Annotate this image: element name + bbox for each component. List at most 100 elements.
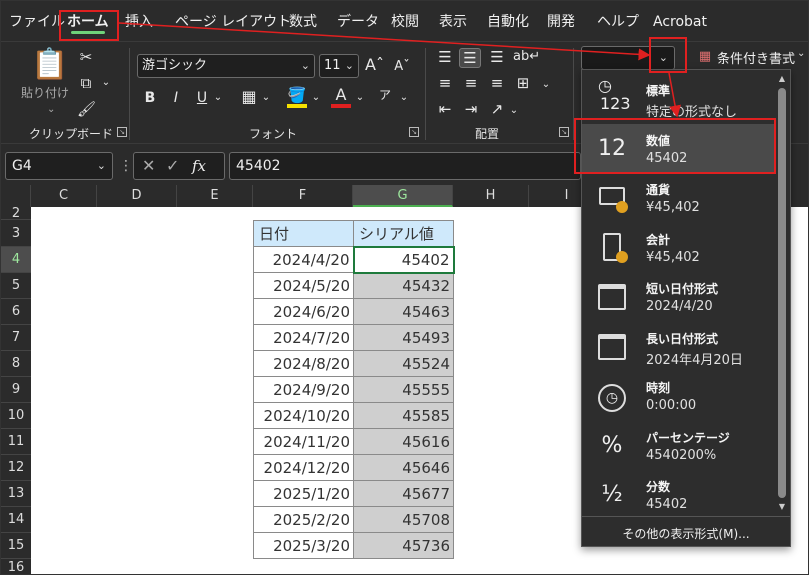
date-cell[interactable]: 2024/7/20 bbox=[253, 324, 354, 351]
row-header-14[interactable]: 14 bbox=[1, 507, 31, 533]
date-cell[interactable]: 2025/2/20 bbox=[253, 506, 354, 533]
orientation-icon[interactable]: ↗ bbox=[487, 100, 507, 118]
tab-acrobat[interactable]: Acrobat bbox=[653, 9, 707, 35]
paste-icon[interactable]: 📋 bbox=[31, 48, 68, 82]
number-format-option[interactable]: 会計 ¥45,402 bbox=[582, 223, 774, 273]
row-header-12[interactable]: 12 bbox=[1, 455, 31, 481]
row-header-7[interactable]: 7 bbox=[1, 325, 31, 351]
row-header-9[interactable]: 9 bbox=[1, 377, 31, 403]
copy-icon[interactable]: ⧉ bbox=[77, 74, 95, 92]
tab-data[interactable]: データ bbox=[337, 9, 379, 35]
increase-indent-icon[interactable]: ⇥ bbox=[461, 100, 481, 118]
tab-view[interactable]: 表示 bbox=[439, 9, 467, 35]
tab-page-layout[interactable]: ページ レイアウト bbox=[175, 9, 291, 35]
tab-developer[interactable]: 開発 bbox=[547, 9, 575, 35]
paste-dropdown-icon[interactable]: ⌄ bbox=[47, 104, 55, 115]
copy-dropdown-icon[interactable]: ⌄ bbox=[101, 74, 111, 92]
serial-cell[interactable]: 45646 bbox=[353, 454, 454, 481]
column-header-f[interactable]: F bbox=[253, 185, 353, 207]
serial-cell[interactable]: 45524 bbox=[353, 350, 454, 377]
row-header-4[interactable]: 4 bbox=[1, 247, 31, 273]
align-center-icon[interactable]: ≡ bbox=[461, 74, 481, 92]
row-header-10[interactable]: 10 bbox=[1, 403, 31, 429]
select-all-corner[interactable] bbox=[1, 185, 31, 207]
font-launcher-icon[interactable]: ↘ bbox=[409, 127, 419, 137]
row-header-16[interactable]: 16 bbox=[1, 559, 31, 574]
tab-help[interactable]: ヘルプ bbox=[597, 9, 639, 35]
serial-cell[interactable]: 45585 bbox=[353, 402, 454, 429]
decrease-font-size-icon[interactable]: Aˇ bbox=[393, 58, 411, 76]
align-left-icon[interactable]: ≡ bbox=[435, 74, 455, 92]
row-header-6[interactable]: 6 bbox=[1, 299, 31, 325]
phonetic-dropdown-icon[interactable]: ⌄ bbox=[399, 89, 409, 107]
date-cell[interactable]: 2024/6/20 bbox=[253, 298, 354, 325]
borders-dropdown-icon[interactable]: ⌄ bbox=[261, 89, 271, 107]
conditional-dropdown-icon[interactable]: ⌄ bbox=[797, 48, 805, 59]
serial-cell[interactable]: 45555 bbox=[353, 376, 454, 403]
scroll-up-icon[interactable]: ▲ bbox=[777, 74, 787, 83]
underline-dropdown-icon[interactable]: ⌄ bbox=[213, 89, 223, 107]
date-cell[interactable]: 2024/9/20 bbox=[253, 376, 354, 403]
fill-color-icon[interactable]: 🪣 bbox=[287, 86, 307, 108]
tab-automate[interactable]: 自動化 bbox=[487, 9, 529, 35]
row-header-5[interactable]: 5 bbox=[1, 273, 31, 299]
serial-cell[interactable]: 45708 bbox=[353, 506, 454, 533]
italic-button[interactable]: I bbox=[169, 89, 183, 107]
name-box[interactable]: G4 ⌄ bbox=[5, 152, 113, 180]
date-cell[interactable]: 2024/10/20 bbox=[253, 402, 354, 429]
tab-insert[interactable]: 挿入 bbox=[125, 9, 153, 35]
serial-cell[interactable]: 45736 bbox=[353, 532, 454, 559]
cancel-icon[interactable]: ✕ bbox=[142, 153, 155, 179]
date-cell[interactable]: 2025/1/20 bbox=[253, 480, 354, 507]
date-cell[interactable]: 2024/11/20 bbox=[253, 428, 354, 455]
number-format-option[interactable]: 通貨 ¥45,402 bbox=[582, 173, 774, 223]
column-header-c[interactable]: C bbox=[31, 185, 97, 207]
conditional-formatting-icon[interactable]: ▦ bbox=[697, 48, 713, 66]
clipboard-launcher-icon[interactable]: ↘ bbox=[117, 127, 127, 137]
date-cell[interactable]: 2024/12/20 bbox=[253, 454, 354, 481]
insert-function-button[interactable]: fx bbox=[192, 153, 206, 179]
column-header-g[interactable]: G bbox=[353, 185, 453, 207]
number-format-option[interactable]: 長い日付形式 2024年4月20日 bbox=[582, 322, 774, 372]
wrap-text-icon[interactable]: ab↵ bbox=[513, 48, 540, 66]
underline-button[interactable]: U bbox=[195, 89, 209, 107]
align-top-icon[interactable]: ☰ bbox=[435, 48, 455, 66]
alignment-launcher-icon[interactable]: ↘ bbox=[559, 127, 569, 137]
column-header-d[interactable]: D bbox=[97, 185, 177, 207]
active-cell-g4[interactable]: 45402 bbox=[352, 245, 455, 274]
serial-cell[interactable]: 45616 bbox=[353, 428, 454, 455]
number-format-option[interactable]: ◷ 時刻 0:00:00 bbox=[582, 371, 774, 421]
format-painter-icon[interactable]: 🖌 bbox=[77, 100, 96, 118]
date-cell[interactable]: 2024/8/20 bbox=[253, 350, 354, 377]
tab-review[interactable]: 校閲 bbox=[391, 9, 419, 35]
font-color-icon[interactable]: A bbox=[331, 86, 351, 108]
cut-icon[interactable]: ✂ bbox=[77, 48, 95, 66]
tab-formulas[interactable]: 数式 bbox=[289, 9, 317, 35]
header-serial[interactable]: シリアル値 bbox=[353, 220, 454, 247]
dropdown-scrollbar[interactable]: ▲ ▼ bbox=[776, 74, 788, 514]
font-name-combo[interactable]: 游ゴシック ⌄ bbox=[137, 54, 315, 78]
decrease-indent-icon[interactable]: ⇤ bbox=[435, 100, 455, 118]
scroll-down-icon[interactable]: ▼ bbox=[777, 502, 787, 511]
fill-color-dropdown-icon[interactable]: ⌄ bbox=[311, 89, 321, 107]
phonetic-guide-icon[interactable]: ア bbox=[377, 86, 393, 104]
align-right-icon[interactable]: ≡ bbox=[487, 74, 507, 92]
row-header-11[interactable]: 11 bbox=[1, 429, 31, 455]
orientation-dropdown-icon[interactable]: ⌄ bbox=[509, 102, 519, 120]
paste-label[interactable]: 貼り付け bbox=[21, 84, 69, 101]
borders-icon[interactable]: ▦ bbox=[239, 88, 259, 106]
date-cell[interactable]: 2024/5/20 bbox=[253, 272, 354, 299]
header-date[interactable]: 日付 bbox=[253, 220, 354, 247]
number-format-option[interactable]: ◷ 123 標準 特定の形式なし bbox=[582, 74, 774, 124]
row-header-13[interactable]: 13 bbox=[1, 481, 31, 507]
formula-input[interactable]: 45402 bbox=[229, 152, 581, 180]
tab-file[interactable]: ファイル bbox=[9, 9, 65, 35]
date-cell[interactable]: 2024/4/20 bbox=[253, 246, 354, 273]
serial-cell[interactable]: 45493 bbox=[353, 324, 454, 351]
align-bottom-icon[interactable]: ☰ bbox=[487, 48, 507, 66]
serial-cell[interactable]: 45677 bbox=[353, 480, 454, 507]
conditional-formatting-button[interactable]: 条件付き書式 bbox=[717, 48, 795, 67]
serial-cell[interactable]: 45463 bbox=[353, 298, 454, 325]
align-middle-icon[interactable]: ☰ bbox=[459, 48, 481, 68]
row-header-15[interactable]: 15 bbox=[1, 533, 31, 559]
